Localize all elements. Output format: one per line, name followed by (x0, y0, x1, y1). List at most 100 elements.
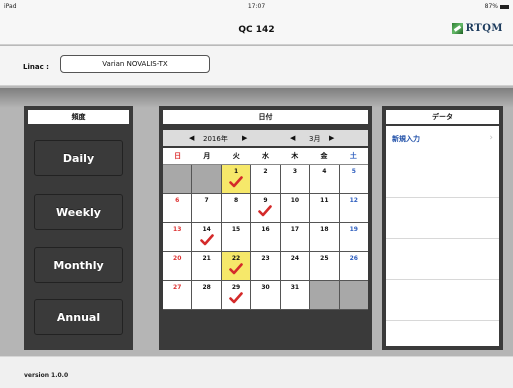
calendar-day-30[interactable]: 30 (251, 281, 280, 309)
annual-button[interactable]: Annual (34, 299, 123, 335)
linac-select[interactable]: Varian NOVALIS-TX (60, 55, 210, 73)
day-number: 1 (233, 168, 239, 175)
day-number: 29 (231, 284, 241, 291)
calendar-day-12[interactable]: 12 (339, 194, 368, 222)
calendar-day-28[interactable]: 28 (192, 281, 221, 309)
calendar-day-5[interactable]: 5 (339, 165, 368, 193)
calendar-day-3[interactable]: 3 (280, 165, 310, 193)
calendar-day-26[interactable]: 26 (339, 252, 368, 280)
calendar-day-21[interactable]: 21 (192, 252, 221, 280)
calendar-day-16[interactable]: 16 (251, 223, 280, 251)
battery-percent: 87% (484, 3, 498, 10)
checkmark-icon (258, 205, 273, 217)
calendar-day-31[interactable]: 31 (280, 281, 310, 309)
calendar-empty-cell (310, 281, 339, 309)
frequency-header: 頻度 (28, 110, 129, 124)
calendar-day-13[interactable]: 13 (163, 223, 192, 251)
data-panel: データ 新規入力 › (382, 106, 503, 350)
weekday-wed: 水 (261, 152, 269, 160)
linac-label: Linac : (23, 63, 49, 71)
weekday-sat: 土 (349, 152, 357, 160)
calendar-day-6[interactable]: 6 (163, 194, 192, 222)
day-number: 13 (173, 226, 182, 233)
day-number: 30 (261, 284, 270, 291)
prev-year-icon[interactable]: ◀ (189, 134, 194, 142)
day-number: 31 (290, 284, 300, 291)
logo-text: RTQM (465, 23, 503, 34)
calendar-day-23[interactable]: 23 (251, 252, 280, 280)
day-number: 23 (261, 255, 270, 262)
calendar-day-10[interactable]: 10 (280, 194, 310, 222)
day-number: 5 (351, 168, 356, 175)
weekday-thu: 木 (291, 152, 299, 160)
day-number: 24 (290, 255, 300, 262)
calendar-day-11[interactable]: 11 (310, 194, 339, 222)
day-number: 10 (290, 197, 300, 204)
status-bar: iPad 17:07 87% (0, 0, 513, 12)
calendar-day-18[interactable]: 18 (310, 223, 339, 251)
next-month-icon[interactable]: ▶ (329, 134, 334, 142)
calendar-day-27[interactable]: 27 (163, 281, 192, 309)
nav-bar: QC 142 RTQM (0, 12, 513, 45)
day-number: 6 (175, 197, 180, 204)
data-list: 新規入力 › (386, 126, 499, 346)
daily-button[interactable]: Daily (34, 140, 123, 176)
calendar-day-20[interactable]: 20 (163, 252, 192, 280)
day-number: 18 (320, 226, 329, 233)
weekday-mon: 月 (203, 152, 211, 160)
calendar-day-7[interactable]: 7 (192, 194, 221, 222)
calendar-day-14[interactable]: 14 (192, 223, 221, 251)
day-number: 17 (290, 226, 300, 233)
logo-mark-icon (451, 23, 463, 34)
prev-month-icon[interactable]: ◀ (290, 134, 295, 142)
calendar-day-22[interactable]: 22 (221, 252, 251, 280)
date-navigation: ◀ 2016年 ▶ ◀ 3月 ▶ (163, 130, 368, 146)
calendar-day-4[interactable]: 4 (310, 165, 339, 193)
data-list-item[interactable]: 新規入力 › (386, 126, 499, 156)
calendar-day-19[interactable]: 19 (339, 223, 368, 251)
day-number: 14 (202, 226, 211, 233)
calendar-day-17[interactable]: 17 (280, 223, 310, 251)
frequency-panel: 頻度 Daily Weekly Monthly Annual (24, 106, 133, 350)
weekday-sun: 日 (174, 152, 182, 160)
calendar-day-9[interactable]: 9 (251, 194, 280, 222)
version-label: version 1.0.0 (24, 372, 69, 379)
next-year-icon[interactable]: ▶ (242, 134, 247, 142)
battery-indicator: 87% (485, 3, 509, 10)
day-number: 21 (202, 255, 211, 262)
day-number: 4 (322, 168, 327, 175)
checkmark-icon (199, 234, 214, 246)
weekly-button[interactable]: Weekly (34, 194, 123, 230)
calendar-day-25[interactable]: 25 (310, 252, 339, 280)
footer: version 1.0.0 (0, 356, 513, 388)
list-divider (386, 279, 499, 280)
page-title: QC 142 (238, 25, 275, 35)
day-number: 25 (320, 255, 329, 262)
calendar-day-8[interactable]: 8 (221, 194, 251, 222)
day-number: 11 (320, 197, 329, 204)
day-number: 2 (263, 168, 268, 175)
linac-bar: Linac : Varian NOVALIS-TX (0, 46, 513, 86)
day-number: 22 (231, 255, 241, 262)
calendar-empty-cell (192, 165, 221, 193)
chevron-right-icon: › (489, 133, 493, 143)
calendar-day-29[interactable]: 29 (221, 281, 251, 309)
clock: 17:07 (247, 3, 266, 10)
day-number: 26 (349, 255, 358, 262)
battery-icon (500, 4, 509, 9)
weekday-tue: 火 (232, 152, 240, 160)
calendar-day-15[interactable]: 15 (221, 223, 251, 251)
calendar-day-24[interactable]: 24 (280, 252, 310, 280)
year-label: 2016年 (203, 135, 228, 143)
monthly-button[interactable]: Monthly (34, 247, 123, 283)
weekday-header-row: 日 月 火 水 木 金 土 (163, 148, 368, 165)
list-divider (386, 238, 499, 239)
data-header: データ (386, 110, 499, 124)
new-entry-label: 新規入力 (392, 135, 420, 143)
day-number: 8 (233, 197, 239, 204)
calendar-day-1[interactable]: 1 (221, 165, 251, 193)
checkmark-icon (229, 176, 243, 188)
date-header: 日付 (163, 110, 368, 124)
calendar-day-2[interactable]: 2 (251, 165, 280, 193)
calendar: 日 月 火 水 木 金 土 1 2 3 4 5 6 7 8 9 10 11 12 13 14 15 16 17 1… (163, 148, 368, 310)
